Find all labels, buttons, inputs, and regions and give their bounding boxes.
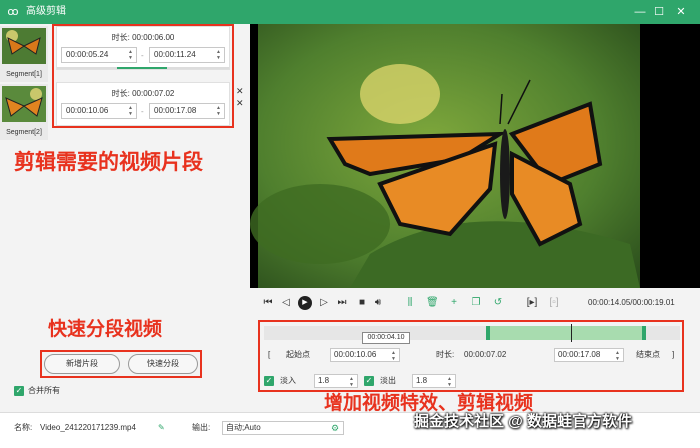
skip-to-end-icon[interactable]: ⏭: [336, 297, 348, 309]
close-button[interactable]: ✕: [673, 4, 689, 20]
mark-in-icon[interactable]: [▸]: [526, 297, 538, 309]
window-title: 高级剪辑: [26, 6, 66, 17]
annotation-box-effects: [258, 320, 684, 392]
video-preview[interactable]: [250, 24, 700, 288]
add-segment-button[interactable]: 新增片段: [44, 354, 120, 374]
close-icon[interactable]: ✕: [236, 99, 244, 108]
quick-split-button[interactable]: 快速分段: [128, 354, 198, 374]
step-back-icon[interactable]: ◁: [280, 297, 292, 309]
annotation-clips-text: 剪辑需要的视频片段: [14, 151, 203, 174]
butterfly-video-frame: [250, 24, 700, 288]
rabbit-icon: ꝏ: [7, 6, 19, 18]
close-icon[interactable]: ✕: [236, 87, 244, 96]
output-path-value: 自动;Auto: [226, 423, 261, 432]
filename-label: 名称:: [14, 423, 33, 432]
edit-icon[interactable]: ✎: [158, 421, 165, 435]
split-icon[interactable]: ⫼: [404, 297, 416, 309]
stop-icon[interactable]: ■: [356, 297, 368, 309]
undo-icon[interactable]: ↺: [492, 297, 504, 309]
title-bar: ꝏ 高级剪辑 — ☐ ✕: [0, 0, 700, 24]
annotation-split-text: 快速分段视频: [48, 319, 163, 340]
player-controls: ⏮ ◁ ▶ ▷ ⏭ ■ 🔊︎ ⫼ 🗑︎ + ❐ ↺ [▸] [▫] 00:00:…: [250, 288, 700, 318]
copy-icon[interactable]: ❐: [470, 297, 482, 309]
segment-thumbnail-2[interactable]: Segment[2]: [0, 84, 48, 140]
butterfly-thumbnail-image: [2, 28, 46, 64]
step-forward-icon[interactable]: ▷: [318, 297, 330, 309]
volume-icon[interactable]: 🔊︎: [372, 297, 384, 309]
gear-icon[interactable]: ⚙: [331, 422, 341, 434]
merge-all-label: 合并所有: [28, 386, 60, 395]
mark-out-icon[interactable]: [▫]: [548, 297, 560, 309]
play-button[interactable]: ▶: [298, 296, 312, 310]
delete-icon[interactable]: 🗑︎: [426, 297, 439, 309]
playback-timecode: 00:00:14.05/00:00:19.01: [588, 298, 675, 307]
skip-to-start-icon[interactable]: ⏮: [262, 297, 274, 309]
minimize-button[interactable]: —: [632, 4, 648, 20]
filename-value: Video_241220171239.mp4: [40, 423, 136, 432]
output-path-field[interactable]: 自动;Auto ⚙: [222, 421, 344, 435]
add-icon[interactable]: +: [448, 297, 460, 309]
segment-thumbnail-label: Segment[2]: [6, 129, 42, 136]
output-label: 输出:: [192, 423, 211, 432]
segment-thumbnail-label: Segment[1]: [6, 71, 42, 78]
segment-thumbnail-1[interactable]: Segment[1]: [0, 26, 48, 82]
maximize-button[interactable]: ☐: [651, 4, 667, 20]
annotation-box-segments: [52, 24, 234, 128]
merge-all-checkbox[interactable]: ✓: [14, 386, 24, 396]
butterfly-thumbnail-image: [2, 86, 46, 122]
watermark-text: 掘金技术社区 @ 数据蛙官方软件: [414, 413, 632, 430]
